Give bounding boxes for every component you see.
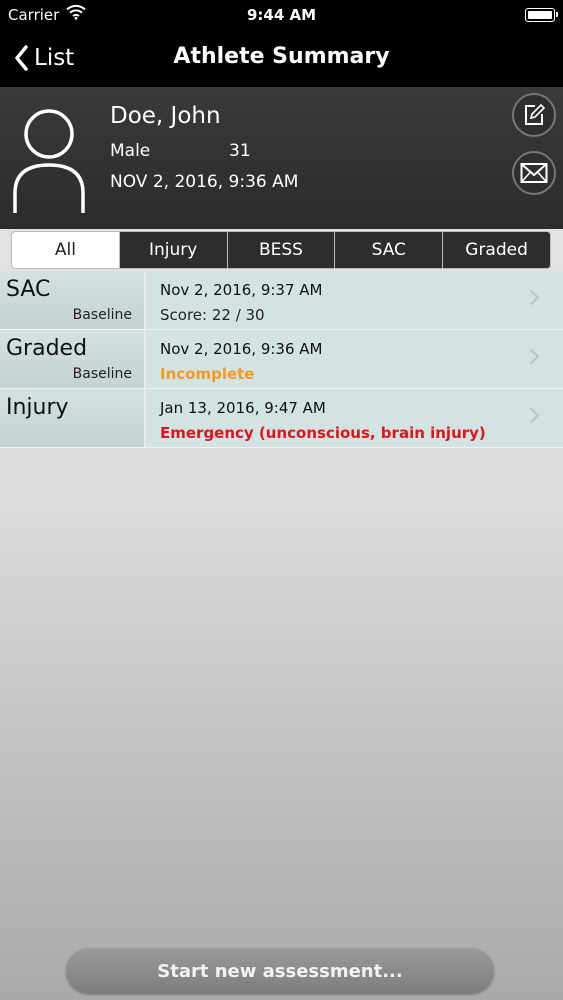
mail-button[interactable] <box>512 151 556 195</box>
tab-sac[interactable]: SAC <box>334 232 442 268</box>
assessment-detail-cell: Nov 2, 2016, 9:36 AM Incomplete <box>146 330 563 388</box>
assessment-row-sac[interactable]: SAC Baseline Nov 2, 2016, 9:37 AM Score:… <box>0 271 563 330</box>
assessment-date: Jan 13, 2016, 9:47 AM <box>160 399 326 417</box>
assessment-detail-cell: Jan 13, 2016, 9:47 AM Emergency (unconsc… <box>146 389 563 447</box>
assessment-status-incomplete: Incomplete <box>160 365 255 383</box>
assessment-date: Nov 2, 2016, 9:37 AM <box>160 281 323 299</box>
tab-injury[interactable]: Injury <box>118 232 227 268</box>
edit-icon <box>525 103 546 125</box>
assessment-detail: Score: 22 / 30 <box>160 306 265 324</box>
assessment-type-cell: Graded Baseline <box>0 330 146 388</box>
assessment-detail-cell: Nov 2, 2016, 9:37 AM Score: 22 / 30 <box>146 271 563 329</box>
tab-all[interactable]: All <box>12 232 119 268</box>
assessment-subtype: Baseline <box>72 366 132 382</box>
chevron-right-icon <box>523 348 540 365</box>
battery-icon <box>525 8 558 22</box>
assessment-type: SAC <box>6 277 51 302</box>
tab-bess[interactable]: BESS <box>226 232 335 268</box>
assessment-date: Nov 2, 2016, 9:36 AM <box>160 340 323 358</box>
athlete-date: NOV 2, 2016, 9:36 AM <box>110 172 299 192</box>
assessment-row-graded[interactable]: Graded Baseline Nov 2, 2016, 9:36 AM Inc… <box>0 330 563 389</box>
status-bar: Carrier 9:44 AM <box>0 0 563 30</box>
clock: 9:44 AM <box>246 6 317 24</box>
person-icon <box>13 109 85 213</box>
athlete-gender: Male <box>110 141 151 161</box>
edit-button[interactable] <box>512 93 556 137</box>
assessment-type: Injury <box>6 395 69 420</box>
assessment-row-injury[interactable]: Injury Jan 13, 2016, 9:47 AM Emergency (… <box>0 389 563 448</box>
chevron-right-icon <box>523 289 540 306</box>
assessment-filter-tabs: All Injury BESS SAC Graded <box>11 231 551 269</box>
assessment-status-emergency: Emergency (unconscious, brain injury) <box>160 424 486 442</box>
start-new-assessment-button[interactable]: Start new assessment... <box>66 948 494 994</box>
navigation-bar: List Athlete Summary <box>0 30 563 87</box>
assessment-subtype: Baseline <box>72 307 132 323</box>
athlete-profile: Doe, John Male 31 NOV 2, 2016, 9:36 AM <box>0 87 563 229</box>
assessment-type: Graded <box>6 336 88 361</box>
mail-icon <box>520 163 548 183</box>
athlete-name: Doe, John <box>110 103 221 129</box>
tab-graded[interactable]: Graded <box>442 232 550 268</box>
assessment-type-cell: SAC Baseline <box>0 271 146 329</box>
athlete-age: 31 <box>229 141 251 161</box>
page-title: Athlete Summary <box>173 44 390 69</box>
chevron-right-icon <box>523 407 540 424</box>
assessment-type-cell: Injury <box>0 389 146 447</box>
assessment-list: SAC Baseline Nov 2, 2016, 9:37 AM Score:… <box>0 271 563 448</box>
